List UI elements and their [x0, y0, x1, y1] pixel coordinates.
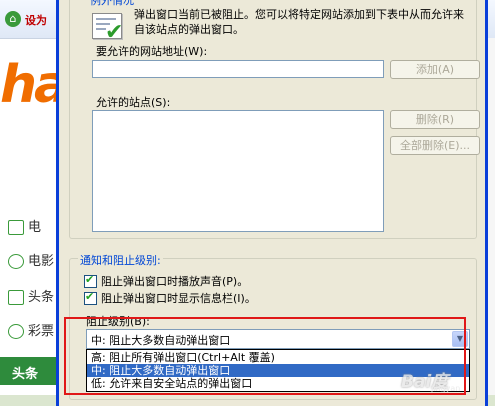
allowed-sites-list[interactable]	[92, 110, 384, 232]
sidebar-item-label: 电影	[28, 254, 55, 269]
sidebar-item-headlines[interactable]: 头条	[8, 286, 54, 305]
notification-block-level-group: 通知和阻止级别: ✔ 阻止弹出窗口时播放声音(P)。 ✔ 阻止弹出窗口时显示信息栏(…	[69, 252, 477, 400]
block-level-label: 阻止级别(B):	[86, 315, 150, 328]
block-level-dropdown-list[interactable]: 高: 阻止所有弹出窗口(Ctrl+Alt 覆盖) 中: 阻止大多数自动弹出窗口 …	[86, 349, 470, 392]
block-level-option-high[interactable]: 高: 阻止所有弹出窗口(Ctrl+Alt 覆盖)	[87, 351, 469, 364]
checkmark-icon: ✔	[85, 272, 95, 286]
sidebar-item-tv[interactable]: 电	[8, 216, 41, 235]
film-icon	[8, 254, 24, 269]
info-check-icon: ✔	[92, 13, 123, 44]
sidebar-item-label: 电	[28, 220, 42, 235]
play-sound-checkbox[interactable]: ✔	[84, 272, 97, 288]
news-icon	[8, 290, 24, 305]
show-infobar-checkbox-row[interactable]: ✔ 阻止弹出窗口时显示信息栏(I)。	[84, 289, 256, 306]
sidebar-item-lottery[interactable]: 彩票	[8, 320, 54, 339]
allowed-sites-label: 允许的站点(S):	[96, 96, 171, 109]
play-sound-checkbox-row[interactable]: ✔ 阻止弹出窗口时播放声音(P)。	[84, 272, 249, 289]
exceptions-group: 例外情况 ✔ 弹出窗口当前已被阻止。您可以将特定网站添加到下表中从而允许来自该站…	[69, 0, 480, 239]
sidebar-item-label: 彩票	[28, 324, 55, 339]
block-level-option-low[interactable]: 低: 允许来自安全站点的弹出窗口	[87, 377, 469, 390]
checkmark-icon: ✔	[85, 289, 95, 303]
block-level-option-medium[interactable]: 中: 阻止大多数自动弹出窗口	[87, 364, 469, 377]
add-button[interactable]: 添加(A)	[390, 60, 480, 79]
remove-button[interactable]: 删除(R)	[390, 110, 480, 129]
show-infobar-label: 阻止弹出窗口时显示信息栏(I)。	[101, 292, 256, 305]
play-sound-label: 阻止弹出窗口时播放声音(P)。	[101, 275, 249, 288]
exceptions-group-title: 例外情况	[90, 0, 134, 8]
info-text: 弹出窗口当前已被阻止。您可以将特定网站添加到下表中从而允许来自该站点的弹出窗口。	[134, 8, 464, 36]
tab-headlines[interactable]: 头条	[0, 357, 62, 385]
notification-group-title: 通知和阻止级别:	[78, 252, 163, 268]
tv-icon	[8, 220, 24, 235]
remove-all-button[interactable]: 全部删除(E)...	[390, 136, 480, 155]
home-icon[interactable]: ⌂	[5, 11, 21, 27]
sidebar-item-label: 头条	[28, 290, 55, 305]
block-level-selected-value: 中: 阻止大多数自动弹出窗口	[91, 334, 231, 347]
site-address-input[interactable]	[92, 60, 384, 78]
show-infobar-checkbox[interactable]: ✔	[84, 289, 97, 305]
lottery-icon	[8, 324, 24, 339]
site-address-label: 要允许的网站地址(W):	[96, 45, 208, 58]
block-level-select[interactable]: 中: 阻止大多数自动弹出窗口 ▼	[86, 329, 470, 349]
chevron-down-icon[interactable]: ▼	[452, 331, 468, 347]
set-homepage-link[interactable]: 设为	[25, 12, 47, 28]
sidebar-item-movie[interactable]: 电影	[8, 250, 54, 269]
popup-blocker-settings-dialog: 例外情况 ✔ 弹出窗口当前已被阻止。您可以将特定网站添加到下表中从而允许来自该站…	[56, 0, 488, 406]
tab-label: 头条	[12, 367, 39, 382]
